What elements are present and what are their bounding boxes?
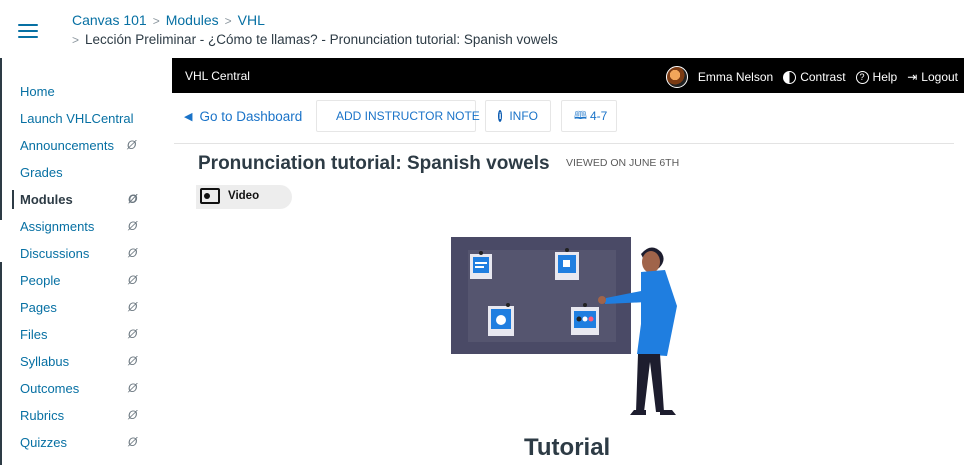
- breadcrumb-modules[interactable]: Modules: [166, 12, 219, 28]
- info-label: INFO: [509, 109, 538, 123]
- breadcrumb-separator: >: [224, 14, 232, 28]
- presenter-body: [637, 270, 677, 356]
- tutorial-illustration: [451, 237, 677, 415]
- toolbar-divider: [174, 143, 954, 144]
- help-label: Help: [872, 70, 898, 84]
- hamburger-menu-icon[interactable]: [18, 24, 38, 38]
- hidden-eye-icon: Ø: [128, 246, 138, 260]
- hidden-eye-icon: Ø: [128, 354, 138, 368]
- canvas-header: Canvas 101 > Modules > VHL > Lección Prelimin…: [0, 0, 964, 58]
- hidden-eye-icon: Ø: [128, 273, 138, 287]
- breadcrumb-course[interactable]: Canvas 101: [72, 12, 147, 28]
- sidebar-item-syllabus[interactable]: Syllabus Ø: [20, 348, 160, 375]
- tab-video-label: Video: [228, 190, 260, 202]
- logout-button[interactable]: ⇥ Logout: [907, 70, 958, 84]
- sidebar-item-label: Files: [20, 327, 48, 342]
- activity-header: Pronunciation tutorial: Spanish vowels V…: [198, 153, 679, 175]
- help-button[interactable]: ? Help: [855, 70, 898, 84]
- sidebar-item-modules[interactable]: Modules Ø: [12, 186, 160, 213]
- sidebar-item-launch-vhlcentral[interactable]: Launch VHLCentral: [20, 105, 160, 132]
- sidebar-item-label: Launch VHLCentral: [20, 111, 134, 126]
- sidebar-item-label: People: [20, 273, 61, 288]
- user-name[interactable]: Emma Nelson: [698, 70, 773, 84]
- breadcrumb-separator: >: [72, 33, 80, 47]
- hidden-eye-icon: Ø: [128, 327, 138, 341]
- sidebar-item-discussions[interactable]: Discussions Ø: [20, 240, 160, 267]
- sidebar-item-rubrics[interactable]: Rubrics Ø: [20, 402, 160, 429]
- hidden-eye-icon: Ø: [128, 300, 138, 314]
- hidden-eye-icon: Ø: [128, 192, 138, 206]
- sidebar-item-label: Assignments: [20, 219, 95, 234]
- help-icon: ?: [855, 70, 869, 84]
- sidebar-item-label: Modules: [20, 192, 73, 207]
- hidden-eye-icon: Ø: [128, 435, 138, 449]
- page-title: Pronunciation tutorial: Spanish vowels: [198, 153, 550, 174]
- viewed-status: VIEWED ON JUNE 6TH: [566, 157, 680, 169]
- contrast-icon: [783, 70, 797, 84]
- sidebar-item-label: Announcements: [20, 138, 114, 153]
- hidden-eye-icon: Ø: [127, 138, 137, 152]
- sidebar-item-announcements[interactable]: Announcements Ø: [20, 132, 160, 159]
- avatar[interactable]: [665, 66, 688, 88]
- hidden-eye-icon: Ø: [128, 381, 138, 395]
- go-to-dashboard-label: Go to Dashboard: [199, 108, 303, 124]
- sidebar-item-label: Outcomes: [20, 381, 80, 396]
- sidebar-item-pages[interactable]: Pages Ø: [20, 294, 160, 321]
- sidebar-item-label: Grades: [20, 165, 63, 180]
- contrast-button[interactable]: Contrast: [783, 70, 846, 84]
- sidebar-item-label: Pages: [20, 300, 57, 315]
- sidebar-item-label: Discussions: [20, 246, 90, 261]
- hidden-eye-icon: Ø: [128, 219, 138, 233]
- vhl-toolbar: ◀ Go to Dashboard ADD INSTRUCTOR NOTE i …: [172, 100, 952, 134]
- textbook-pages-button[interactable]: 🕮 4-7: [561, 100, 617, 132]
- window-edge-line: [0, 262, 2, 465]
- vhl-header-bar: VHL Central Emma Nelson Contrast ? Help ⇥…: [172, 58, 964, 93]
- hidden-eye-icon: Ø: [128, 408, 138, 422]
- book-icon: 🕮: [574, 109, 587, 122]
- vhl-brand: VHL Central: [185, 69, 250, 83]
- sidebar-item-label: Syllabus: [20, 354, 70, 369]
- sidebar-item-label: Home: [20, 84, 55, 99]
- arrow-left-icon: ◀: [184, 110, 193, 123]
- add-instructor-note-label: ADD INSTRUCTOR NOTE: [336, 109, 480, 123]
- info-icon: i: [498, 110, 503, 122]
- breadcrumb-vhl[interactable]: VHL: [238, 12, 265, 28]
- add-instructor-note-button[interactable]: ADD INSTRUCTOR NOTE: [316, 100, 480, 132]
- sidebar-item-people[interactable]: People Ø: [20, 267, 160, 294]
- tab-video[interactable]: Video: [196, 185, 292, 209]
- go-to-dashboard-button[interactable]: ◀ Go to Dashboard: [172, 100, 315, 132]
- sidebar-item-label: Quizzes: [20, 435, 67, 450]
- logout-label: Logout: [921, 70, 958, 84]
- sidebar-item-outcomes[interactable]: Outcomes Ø: [20, 375, 160, 402]
- breadcrumb-current: Lección Preliminar - ¿Cómo te llamas? - …: [85, 32, 558, 47]
- section-heading: Tutorial: [524, 434, 611, 461]
- contrast-label: Contrast: [800, 70, 846, 84]
- presenter-legs: [636, 354, 664, 412]
- sidebar-item-quizzes[interactable]: Quizzes Ø: [20, 429, 160, 456]
- presentation-icon: [200, 188, 220, 204]
- sidebar-item-home[interactable]: Home: [20, 78, 160, 105]
- sidebar-item-grades[interactable]: Grades: [20, 159, 160, 186]
- vhl-user-menu: Emma Nelson Contrast ? Help ⇥ Logout: [665, 66, 958, 88]
- breadcrumb-item-title: > Lección Preliminar - ¿Cómo te llamas? -…: [72, 32, 558, 47]
- sidebar-item-files[interactable]: Files Ø: [20, 321, 160, 348]
- logout-icon: ⇥: [907, 70, 918, 84]
- info-button[interactable]: i INFO: [485, 100, 551, 132]
- textbook-pages-label: 4-7: [589, 109, 608, 123]
- presenter-head: [642, 251, 660, 273]
- breadcrumb: Canvas 101 > Modules > VHL: [72, 12, 265, 28]
- course-navigation: Home Launch VHLCentral Announcements Ø Gr…: [12, 78, 160, 456]
- breadcrumb-separator: >: [152, 14, 160, 28]
- sidebar-item-label: Rubrics: [20, 408, 65, 423]
- sidebar-item-assignments[interactable]: Assignments Ø: [20, 213, 160, 240]
